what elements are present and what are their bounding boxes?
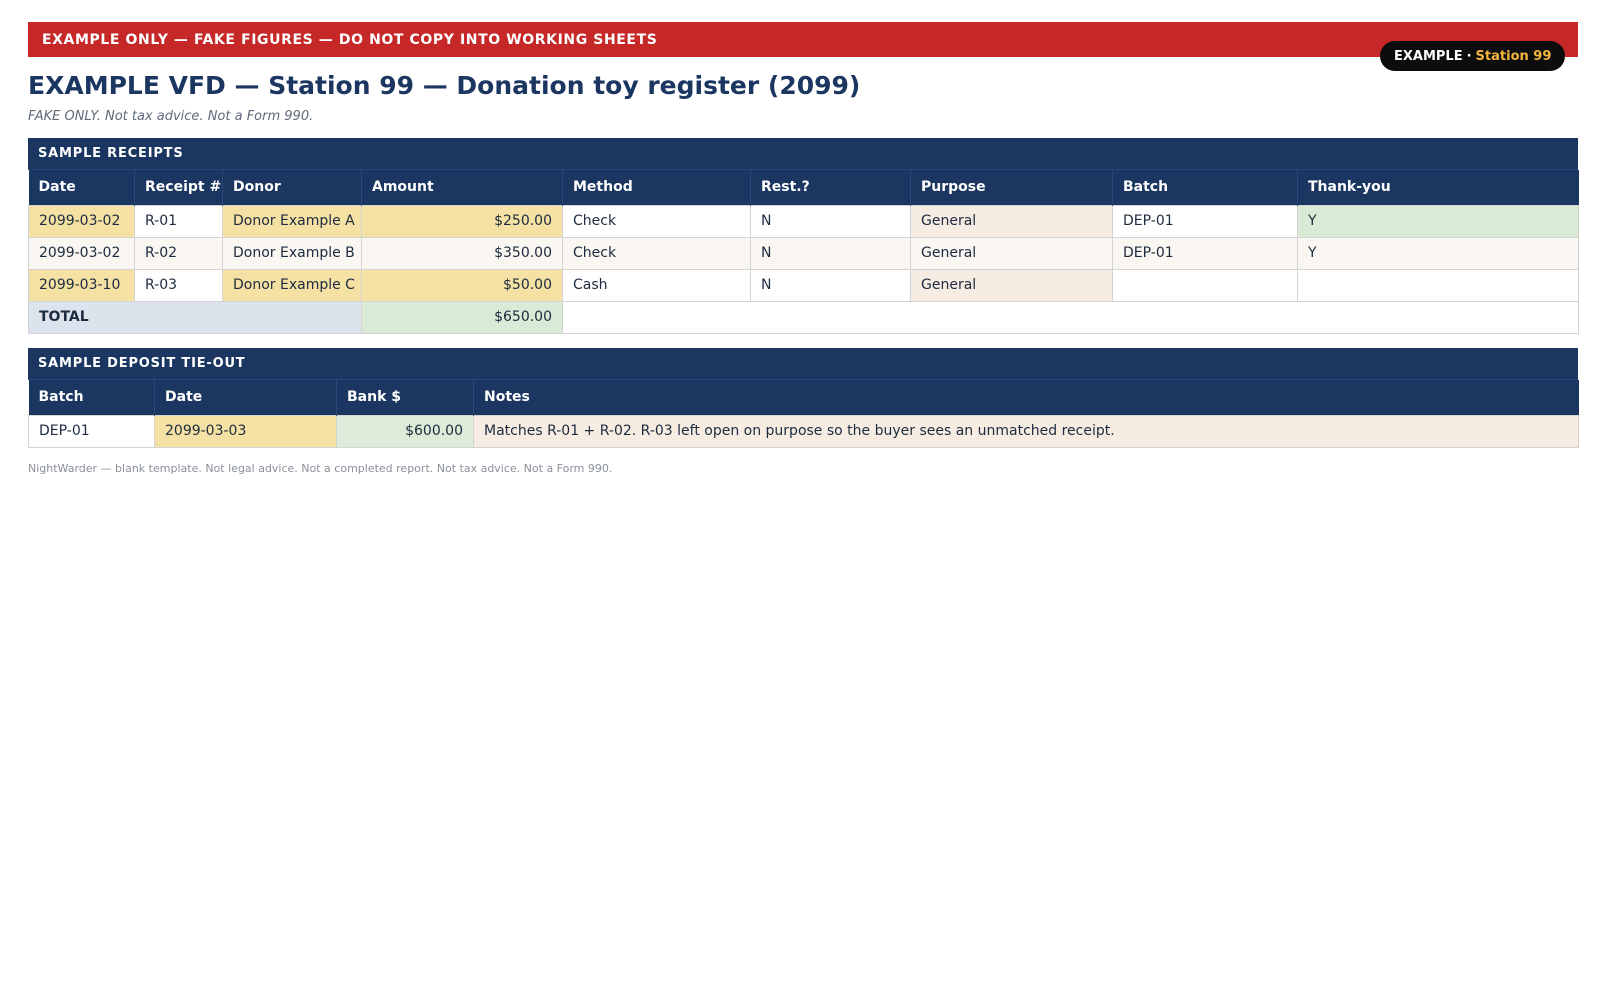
- cell-method[interactable]: Check: [562, 204, 751, 238]
- deposit-header-row: Batch Date Bank $ Notes: [28, 380, 1579, 415]
- table-row: 2099-03-10 R-03 Donor Example C $50.00 C…: [28, 268, 1579, 302]
- col-header-method[interactable]: Method: [562, 170, 751, 205]
- receipts-section: SAMPLE RECEIPTS Date Receipt # Donor Amo…: [28, 138, 1579, 334]
- cell-purpose[interactable]: General: [910, 236, 1113, 270]
- cell-donor[interactable]: Donor Example B: [222, 236, 362, 270]
- col-header-amount[interactable]: Amount: [361, 170, 563, 205]
- cell-purpose[interactable]: General: [910, 268, 1113, 302]
- total-row-blank: [562, 300, 1579, 334]
- col-header-restricted[interactable]: Rest.?: [750, 170, 911, 205]
- page-subtitle: FAKE ONLY. Not tax advice. Not a Form 99…: [28, 109, 314, 124]
- col-header-notes[interactable]: Notes: [473, 380, 1579, 415]
- cell-method[interactable]: Check: [562, 236, 751, 270]
- cell-thank-you[interactable]: [1297, 268, 1579, 302]
- col-header-bank-amount[interactable]: Bank $: [336, 380, 474, 415]
- col-header-receipt[interactable]: Receipt #: [134, 170, 223, 205]
- table-row: DEP-01 2099-03-03 $600.00 Matches R-01 +…: [28, 414, 1579, 448]
- cell-amount[interactable]: $250.00: [361, 204, 563, 238]
- col-header-batch[interactable]: Batch: [28, 380, 155, 415]
- badge-station: Station 99: [1475, 48, 1552, 64]
- receipts-section-title: SAMPLE RECEIPTS: [28, 138, 1578, 170]
- total-row: TOTAL $650.00: [28, 300, 1579, 334]
- cell-method[interactable]: Cash: [562, 268, 751, 302]
- page-title: EXAMPLE VFD — Station 99 — Donation toy …: [28, 71, 861, 100]
- cell-thank-you[interactable]: Y: [1297, 204, 1579, 238]
- col-header-date[interactable]: Date: [154, 380, 337, 415]
- example-warning-banner: EXAMPLE ONLY — FAKE FIGURES — DO NOT COP…: [28, 22, 1578, 57]
- cell-batch[interactable]: [1112, 268, 1298, 302]
- cell-restricted[interactable]: N: [750, 268, 911, 302]
- col-header-date[interactable]: Date: [28, 170, 135, 205]
- cell-receipt[interactable]: R-01: [134, 204, 223, 238]
- cell-date[interactable]: 2099-03-03: [154, 414, 337, 448]
- cell-receipt[interactable]: R-03: [134, 268, 223, 302]
- cell-donor[interactable]: Donor Example A: [222, 204, 362, 238]
- cell-batch[interactable]: DEP-01: [1112, 204, 1298, 238]
- cell-batch[interactable]: DEP-01: [1112, 236, 1298, 270]
- cell-restricted[interactable]: N: [750, 204, 911, 238]
- deposit-section: SAMPLE DEPOSIT TIE-OUT Batch Date Bank $…: [28, 348, 1579, 448]
- deposit-section-title: SAMPLE DEPOSIT TIE-OUT: [28, 348, 1578, 380]
- badge-separator: ·: [1466, 48, 1472, 64]
- col-header-batch[interactable]: Batch: [1112, 170, 1298, 205]
- receipts-header-row: Date Receipt # Donor Amount Method Rest.…: [28, 170, 1579, 205]
- cell-date[interactable]: 2099-03-02: [28, 236, 135, 270]
- table-row: 2099-03-02 R-02 Donor Example B $350.00 …: [28, 236, 1579, 270]
- cell-donor[interactable]: Donor Example C: [222, 268, 362, 302]
- col-header-purpose[interactable]: Purpose: [910, 170, 1113, 205]
- table-row: 2099-03-02 R-01 Donor Example A $250.00 …: [28, 204, 1579, 238]
- banner-text: EXAMPLE ONLY — FAKE FIGURES — DO NOT COP…: [42, 31, 658, 48]
- cell-batch[interactable]: DEP-01: [28, 414, 155, 448]
- col-header-donor[interactable]: Donor: [222, 170, 362, 205]
- cell-date[interactable]: 2099-03-10: [28, 268, 135, 302]
- cell-notes[interactable]: Matches R-01 + R-02. R-03 left open on p…: [473, 414, 1579, 448]
- station-badge: EXAMPLE · Station 99: [1380, 41, 1566, 71]
- footer-disclaimer: NightWarder — blank template. Not legal …: [28, 462, 613, 475]
- receipts-table: Date Receipt # Donor Amount Method Rest.…: [28, 170, 1579, 334]
- deposit-table: Batch Date Bank $ Notes DEP-01 2099-03-0…: [28, 380, 1579, 448]
- total-amount[interactable]: $650.00: [361, 300, 563, 334]
- cell-bank-amount[interactable]: $600.00: [336, 414, 474, 448]
- cell-date[interactable]: 2099-03-02: [28, 204, 135, 238]
- cell-thank-you[interactable]: Y: [1297, 236, 1579, 270]
- cell-amount[interactable]: $50.00: [361, 268, 563, 302]
- total-label: TOTAL: [28, 300, 362, 334]
- cell-restricted[interactable]: N: [750, 236, 911, 270]
- badge-prefix: EXAMPLE: [1394, 48, 1463, 64]
- col-header-thank-you[interactable]: Thank-you: [1297, 170, 1579, 205]
- cell-purpose[interactable]: General: [910, 204, 1113, 238]
- cell-amount[interactable]: $350.00: [361, 236, 563, 270]
- cell-receipt[interactable]: R-02: [134, 236, 223, 270]
